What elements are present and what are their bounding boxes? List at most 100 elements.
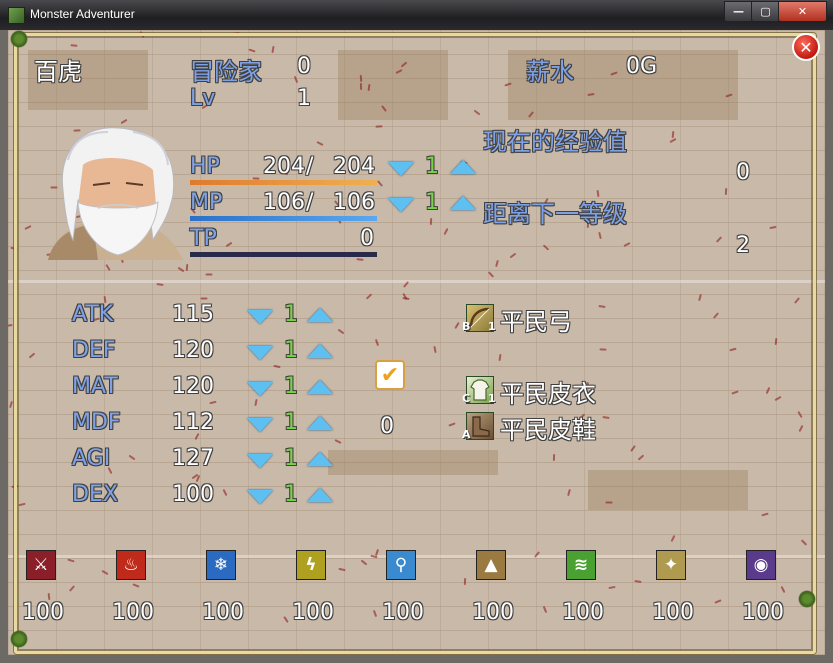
blood-mark (9, 400, 13, 409)
salary-value: 0G (626, 54, 658, 79)
equip-rank-armor: C (462, 392, 471, 405)
param-value-agi: 127 (172, 446, 214, 471)
mp-increase-button[interactable] (450, 196, 476, 210)
level-label: Lv (190, 86, 216, 111)
actor-class: 冒险家 (190, 58, 262, 86)
param-decrease-button-def[interactable] (247, 346, 273, 360)
param-step-mdf: 1 (284, 410, 298, 435)
dark-icon: ◉ (746, 550, 776, 580)
mp-max: 106 (333, 190, 375, 215)
vine-decoration (10, 30, 28, 48)
hp-decrease-button[interactable] (388, 162, 414, 176)
window-titlebar: Monster Adventurer — ▢ ✕ (0, 0, 833, 30)
hp-current: 204 (263, 154, 305, 179)
window-title: Monster Adventurer (30, 7, 135, 21)
exp-current-label: 现在的经验值 (483, 128, 627, 156)
mp-gauge-fill (190, 216, 377, 221)
param-increase-button-mdf[interactable] (307, 416, 333, 430)
param-decrease-button-dex[interactable] (247, 490, 273, 504)
game-canvas: ✕ 百虎 冒险家 0 Lv 1 薪水 0G HP 204 / 204 1 MP … (8, 30, 825, 655)
param-increase-button-mat[interactable] (307, 380, 333, 394)
actor-portrait (48, 127, 183, 260)
param-increase-button-agi[interactable] (307, 452, 333, 466)
equip-armor-name[interactable]: 平民皮衣 (500, 374, 596, 409)
light-icon: ✦ (656, 550, 686, 580)
param-label-mat: MAT (72, 374, 118, 399)
minimize-button[interactable]: — (724, 1, 753, 22)
element-value: 100 (562, 600, 604, 625)
element-value: 100 (22, 600, 64, 625)
exp-current-value: 0 (736, 160, 750, 185)
hp-gauge-fill (190, 180, 377, 185)
param-value-dex: 100 (172, 482, 214, 507)
param-increase-button-dex[interactable] (307, 488, 333, 502)
mp-label: MP (190, 190, 223, 215)
param-increase-button-def[interactable] (307, 344, 333, 358)
param-value-mat: 120 (172, 374, 214, 399)
equip-count-weapon: 1 (488, 320, 496, 333)
param-decrease-button-mdf[interactable] (247, 418, 273, 432)
level-value: 1 (297, 86, 311, 111)
hp-step-value: 1 (425, 154, 439, 179)
equip-weapon-name[interactable]: 平民弓 (500, 302, 572, 337)
blood-mark (8, 324, 13, 327)
param-increase-button-atk[interactable] (307, 308, 333, 322)
param-value-mdf: 112 (172, 410, 214, 435)
equip-rank-weapon: B (462, 320, 471, 333)
param-label-atk: ATK (72, 302, 114, 327)
tp-value: 0 (360, 226, 374, 251)
param-decrease-button-atk[interactable] (247, 310, 273, 324)
hp-slash: / (306, 154, 314, 179)
fire-icon: ♨ (116, 550, 146, 580)
mp-current: 106 (263, 190, 305, 215)
actor-class-value: 0 (297, 54, 311, 79)
param-label-mdf: MDF (72, 410, 121, 435)
element-value: 100 (202, 600, 244, 625)
wind-icon: ≋ (566, 550, 596, 580)
element-value: 100 (652, 600, 694, 625)
param-decrease-button-mat[interactable] (247, 382, 273, 396)
vine-decoration (798, 590, 816, 608)
param-step-atk: 1 (284, 302, 298, 327)
element-value: 100 (472, 600, 514, 625)
maximize-button[interactable]: ▢ (751, 1, 780, 22)
element-value: 100 (292, 600, 334, 625)
param-value-atk: 115 (172, 302, 214, 327)
exp-next-label: 距离下一等级 (483, 200, 627, 228)
element-value: 100 (112, 600, 154, 625)
thunder-icon: ϟ (296, 550, 326, 580)
hp-gauge-track (190, 180, 377, 185)
param-decrease-button-agi[interactable] (247, 454, 273, 468)
param-step-mat: 1 (284, 374, 298, 399)
mp-decrease-button[interactable] (388, 198, 414, 212)
earth-icon: ▲ (476, 550, 506, 580)
element-value: 100 (382, 600, 424, 625)
param-step-def: 1 (284, 338, 298, 363)
confirm-checkbox[interactable]: ✔ (375, 360, 405, 390)
hp-increase-button[interactable] (450, 160, 476, 174)
mp-gauge-track (190, 216, 377, 221)
param-label-dex: DEX (72, 482, 118, 507)
window-close-button[interactable]: ✕ (778, 1, 827, 22)
param-value-def: 120 (172, 338, 214, 363)
physical-icon: ⚔ (26, 550, 56, 580)
tp-gauge-track (190, 252, 377, 257)
mp-slash: / (306, 190, 314, 215)
equip-count-armor: 1 (488, 392, 496, 405)
salary-label: 薪水 (526, 58, 574, 86)
param-step-dex: 1 (284, 482, 298, 507)
equip-boots-name[interactable]: 平民皮鞋 (500, 410, 596, 445)
vine-decoration (10, 630, 28, 648)
param-step-agi: 1 (284, 446, 298, 471)
tp-label: TP (190, 226, 217, 251)
points-remaining: 0 (380, 414, 394, 439)
equip-rank-boots: A (462, 428, 471, 441)
param-label-def: DEF (72, 338, 116, 363)
param-label-agi: AGI (72, 446, 111, 471)
exp-next-value: 2 (736, 233, 750, 258)
app-icon (8, 7, 25, 24)
close-menu-button[interactable]: ✕ (792, 33, 820, 61)
mp-step-value: 1 (425, 190, 439, 215)
element-value: 100 (742, 600, 784, 625)
actor-name: 百虎 (34, 58, 82, 86)
